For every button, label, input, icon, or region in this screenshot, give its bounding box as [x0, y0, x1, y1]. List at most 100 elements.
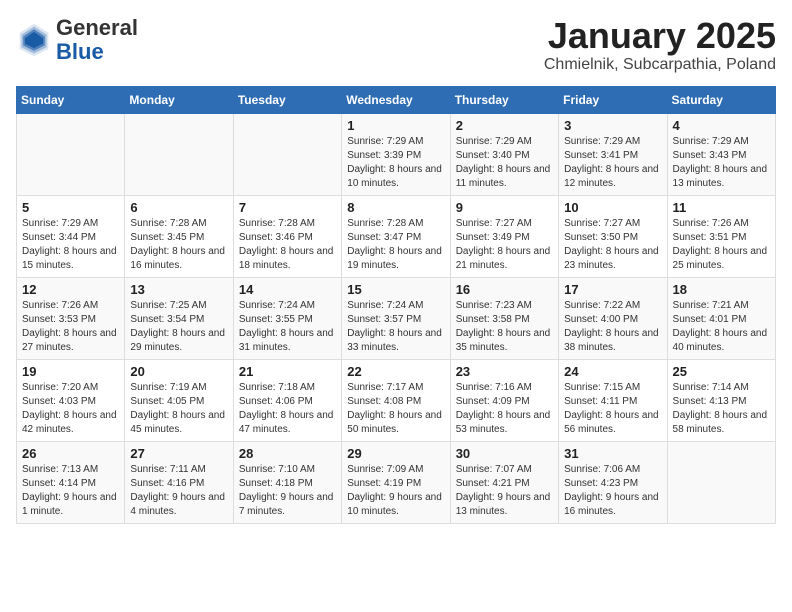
day-number: 30	[456, 446, 553, 461]
calendar-cell: 16 Sunrise: 7:23 AM Sunset: 3:58 PM Dayli…	[450, 277, 558, 359]
calendar-cell: 15 Sunrise: 7:24 AM Sunset: 3:57 PM Dayli…	[342, 277, 450, 359]
logo-general-text: General	[56, 15, 138, 40]
calendar-cell: 13 Sunrise: 7:25 AM Sunset: 3:54 PM Dayli…	[125, 277, 233, 359]
calendar-cell: 28 Sunrise: 7:10 AM Sunset: 4:18 PM Dayli…	[233, 441, 341, 523]
day-number: 18	[673, 282, 770, 297]
day-number: 7	[239, 200, 336, 215]
calendar-cell: 30Sunrise: 7:07 AM Sunset: 4:21 PM Dayli…	[450, 441, 558, 523]
calendar-week-2: 5 Sunrise: 7:29 AM Sunset: 3:44 PM Daylig…	[17, 195, 776, 277]
day-info: Sunrise: 7:29 AM Sunset: 3:39 PM Dayligh…	[347, 135, 444, 191]
calendar-location: Chmielnik, Subcarpathia, Poland	[544, 56, 776, 74]
day-info: Sunrise: 7:20 AM Sunset: 4:03 PM Dayligh…	[22, 381, 119, 437]
calendar-week-3: 12Sunrise: 7:26 AM Sunset: 3:53 PM Dayli…	[17, 277, 776, 359]
logo-icon	[16, 22, 52, 58]
day-number: 4	[673, 118, 770, 133]
day-number: 25	[673, 364, 770, 379]
calendar-header: SundayMondayTuesdayWednesdayThursdayFrid…	[17, 86, 776, 113]
day-info: Sunrise: 7:23 AM Sunset: 3:58 PM Dayligh…	[456, 299, 553, 355]
calendar-cell: 11Sunrise: 7:26 AM Sunset: 3:51 PM Dayli…	[667, 195, 775, 277]
calendar-cell: 1 Sunrise: 7:29 AM Sunset: 3:39 PM Daylig…	[342, 113, 450, 195]
header-cell-wednesday: Wednesday	[342, 86, 450, 113]
calendar-cell: 14Sunrise: 7:24 AM Sunset: 3:55 PM Dayli…	[233, 277, 341, 359]
calendar-cell: 12Sunrise: 7:26 AM Sunset: 3:53 PM Dayli…	[17, 277, 125, 359]
day-number: 28	[239, 446, 336, 461]
header-cell-tuesday: Tuesday	[233, 86, 341, 113]
calendar-cell: 26Sunrise: 7:13 AM Sunset: 4:14 PM Dayli…	[17, 441, 125, 523]
calendar-cell: 3 Sunrise: 7:29 AM Sunset: 3:41 PM Daylig…	[559, 113, 667, 195]
day-number: 20	[130, 364, 227, 379]
calendar-cell: 22Sunrise: 7:17 AM Sunset: 4:08 PM Dayli…	[342, 359, 450, 441]
calendar-cell	[233, 113, 341, 195]
day-info: Sunrise: 7:09 AM Sunset: 4:19 PM Dayligh…	[347, 463, 444, 519]
day-info: Sunrise: 7:28 AM Sunset: 3:45 PM Dayligh…	[130, 217, 227, 273]
day-info: Sunrise: 7:29 AM Sunset: 3:40 PM Dayligh…	[456, 135, 553, 191]
day-info: Sunrise: 7:25 AM Sunset: 3:54 PM Dayligh…	[130, 299, 227, 355]
calendar-cell: 27 Sunrise: 7:11 AM Sunset: 4:16 PM Dayli…	[125, 441, 233, 523]
day-number: 29	[347, 446, 444, 461]
day-number: 16	[456, 282, 553, 297]
day-info: Sunrise: 7:24 AM Sunset: 3:57 PM Dayligh…	[347, 299, 444, 355]
day-number: 23	[456, 364, 553, 379]
calendar-body: 1 Sunrise: 7:29 AM Sunset: 3:39 PM Daylig…	[17, 113, 776, 523]
day-info: Sunrise: 7:10 AM Sunset: 4:18 PM Dayligh…	[239, 463, 336, 519]
day-number: 1	[347, 118, 444, 133]
calendar-cell: 6 Sunrise: 7:28 AM Sunset: 3:45 PM Daylig…	[125, 195, 233, 277]
day-number: 3	[564, 118, 661, 133]
day-number: 12	[22, 282, 119, 297]
calendar-title: January 2025	[544, 16, 776, 56]
calendar-cell: 24Sunrise: 7:15 AM Sunset: 4:11 PM Dayli…	[559, 359, 667, 441]
day-number: 13	[130, 282, 227, 297]
day-number: 6	[130, 200, 227, 215]
calendar-cell	[17, 113, 125, 195]
day-info: Sunrise: 7:06 AM Sunset: 4:23 PM Dayligh…	[564, 463, 661, 519]
calendar-cell: 25Sunrise: 7:14 AM Sunset: 4:13 PM Dayli…	[667, 359, 775, 441]
calendar-table: SundayMondayTuesdayWednesdayThursdayFrid…	[16, 86, 776, 524]
calendar-cell: 18 Sunrise: 7:21 AM Sunset: 4:01 PM Dayli…	[667, 277, 775, 359]
calendar-cell: 5 Sunrise: 7:29 AM Sunset: 3:44 PM Daylig…	[17, 195, 125, 277]
day-number: 11	[673, 200, 770, 215]
day-number: 10	[564, 200, 661, 215]
calendar-cell: 7 Sunrise: 7:28 AM Sunset: 3:46 PM Daylig…	[233, 195, 341, 277]
day-number: 21	[239, 364, 336, 379]
header-row: SundayMondayTuesdayWednesdayThursdayFrid…	[17, 86, 776, 113]
day-number: 2	[456, 118, 553, 133]
day-number: 5	[22, 200, 119, 215]
calendar-week-1: 1 Sunrise: 7:29 AM Sunset: 3:39 PM Daylig…	[17, 113, 776, 195]
calendar-cell: 9 Sunrise: 7:27 AM Sunset: 3:49 PM Daylig…	[450, 195, 558, 277]
day-number: 22	[347, 364, 444, 379]
day-number: 9	[456, 200, 553, 215]
day-number: 26	[22, 446, 119, 461]
day-info: Sunrise: 7:27 AM Sunset: 3:49 PM Dayligh…	[456, 217, 553, 273]
day-info: Sunrise: 7:28 AM Sunset: 3:47 PM Dayligh…	[347, 217, 444, 273]
day-info: Sunrise: 7:19 AM Sunset: 4:05 PM Dayligh…	[130, 381, 227, 437]
logo: General Blue	[16, 16, 138, 64]
day-number: 17	[564, 282, 661, 297]
day-info: Sunrise: 7:29 AM Sunset: 3:43 PM Dayligh…	[673, 135, 770, 191]
calendar-week-5: 26Sunrise: 7:13 AM Sunset: 4:14 PM Dayli…	[17, 441, 776, 523]
page-header: General Blue January 2025 Chmielnik, Sub…	[16, 16, 776, 74]
calendar-cell	[125, 113, 233, 195]
calendar-cell: 20 Sunrise: 7:19 AM Sunset: 4:05 PM Dayli…	[125, 359, 233, 441]
day-number: 8	[347, 200, 444, 215]
day-info: Sunrise: 7:24 AM Sunset: 3:55 PM Dayligh…	[239, 299, 336, 355]
day-info: Sunrise: 7:29 AM Sunset: 3:44 PM Dayligh…	[22, 217, 119, 273]
calendar-cell: 23 Sunrise: 7:16 AM Sunset: 4:09 PM Dayli…	[450, 359, 558, 441]
day-info: Sunrise: 7:29 AM Sunset: 3:41 PM Dayligh…	[564, 135, 661, 191]
day-info: Sunrise: 7:22 AM Sunset: 4:00 PM Dayligh…	[564, 299, 661, 355]
day-number: 15	[347, 282, 444, 297]
day-info: Sunrise: 7:16 AM Sunset: 4:09 PM Dayligh…	[456, 381, 553, 437]
day-info: Sunrise: 7:21 AM Sunset: 4:01 PM Dayligh…	[673, 299, 770, 355]
header-cell-saturday: Saturday	[667, 86, 775, 113]
header-cell-friday: Friday	[559, 86, 667, 113]
day-number: 27	[130, 446, 227, 461]
calendar-cell: 2 Sunrise: 7:29 AM Sunset: 3:40 PM Daylig…	[450, 113, 558, 195]
calendar-cell: 29 Sunrise: 7:09 AM Sunset: 4:19 PM Dayli…	[342, 441, 450, 523]
calendar-cell: 10Sunrise: 7:27 AM Sunset: 3:50 PM Dayli…	[559, 195, 667, 277]
title-block: January 2025 Chmielnik, Subcarpathia, Po…	[544, 16, 776, 74]
header-cell-thursday: Thursday	[450, 86, 558, 113]
calendar-cell: 4 Sunrise: 7:29 AM Sunset: 3:43 PM Daylig…	[667, 113, 775, 195]
day-info: Sunrise: 7:18 AM Sunset: 4:06 PM Dayligh…	[239, 381, 336, 437]
day-info: Sunrise: 7:28 AM Sunset: 3:46 PM Dayligh…	[239, 217, 336, 273]
day-number: 24	[564, 364, 661, 379]
day-info: Sunrise: 7:11 AM Sunset: 4:16 PM Dayligh…	[130, 463, 227, 519]
